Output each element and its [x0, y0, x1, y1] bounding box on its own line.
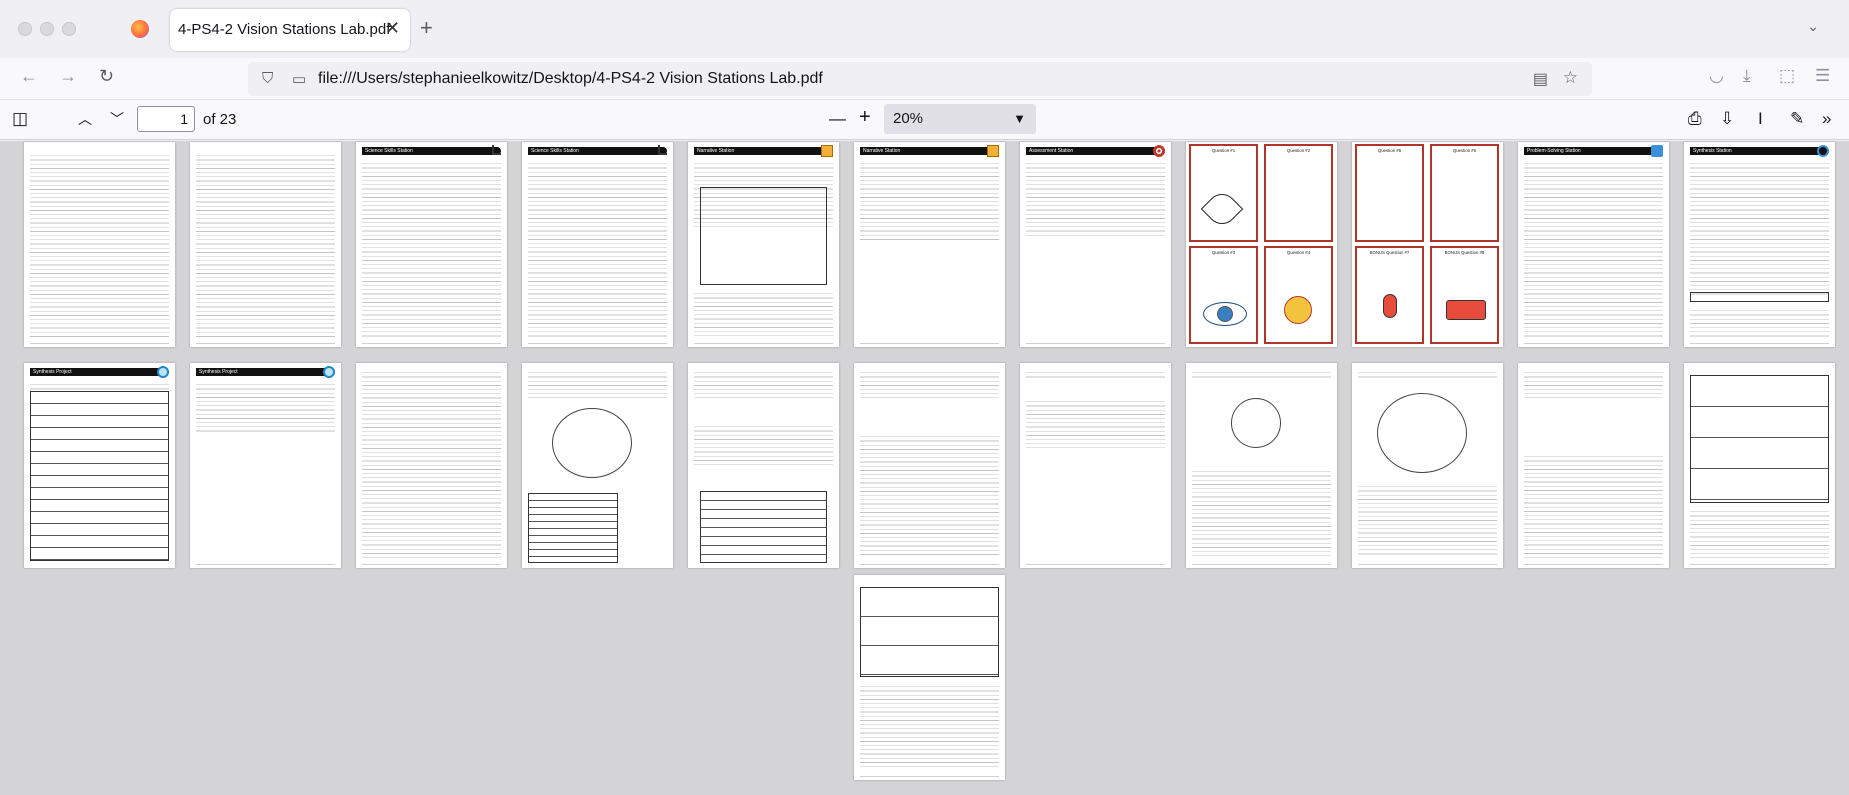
pdf-page[interactable]: Assessment Station — [1020, 142, 1171, 347]
pdf-page[interactable]: Narrative Station — [854, 142, 1005, 347]
previous-page-icon[interactable]: ︿ — [78, 109, 92, 129]
downloads-icon[interactable]: ⤓ — [1743, 66, 1751, 86]
next-page-icon[interactable]: ﹀ — [110, 109, 124, 129]
zoom-select[interactable]: 20% ▼ — [884, 104, 1036, 134]
station-header: Synthesis Project — [196, 368, 335, 376]
puzzle-icon — [1651, 145, 1663, 157]
pdf-page[interactable]: Question #1 Question #2 Question #3 Ques… — [1186, 142, 1337, 347]
pdf-page[interactable]: Narrative Station — [688, 142, 839, 347]
tab-title: 4-PS4-2 Vision Stations Lab.pdf — [178, 21, 391, 38]
reader-view-icon[interactable]: ▤ — [1533, 69, 1548, 89]
target-icon — [1153, 145, 1165, 157]
url-text[interactable]: file:///Users/stephanieelkowitz/Desktop/… — [318, 70, 823, 88]
maximize-window-button[interactable] — [62, 22, 76, 36]
gears-icon — [1817, 145, 1829, 157]
eye-icon — [1201, 290, 1247, 334]
microphone-icon — [1367, 290, 1412, 334]
sidebar-toggle-icon[interactable]: ◫ — [12, 109, 28, 129]
pdf-page[interactable] — [190, 142, 341, 347]
firefox-icon — [131, 20, 149, 38]
pdf-page[interactable] — [854, 363, 1005, 568]
pdf-page[interactable] — [854, 575, 1005, 780]
reload-button[interactable]: ↻ — [99, 66, 114, 87]
station-header: Synthesis Station — [1690, 147, 1829, 155]
pdf-page[interactable] — [356, 363, 507, 568]
question-card: Question #1 — [1189, 144, 1258, 242]
pdf-page[interactable] — [24, 142, 175, 347]
eye-diagram — [552, 408, 632, 478]
microscope-icon — [492, 145, 501, 155]
magnifier-icon — [323, 366, 335, 378]
zoom-in-button[interactable]: + — [859, 106, 871, 129]
navigation-toolbar: ← → ↻ ⛉ ▭ file:///Users/stephanieelkowit… — [0, 58, 1849, 100]
tab-close-icon[interactable]: ✕ — [385, 18, 400, 39]
more-tools-icon[interactable]: » — [1822, 109, 1831, 129]
list-all-tabs-button[interactable]: ⌄ — [1807, 18, 1819, 35]
pdf-page[interactable] — [1684, 363, 1835, 568]
back-button[interactable]: ← — [20, 66, 38, 87]
station-header: Science Skills Station — [362, 147, 501, 155]
pdf-page[interactable] — [1020, 363, 1171, 568]
close-window-button[interactable] — [18, 22, 32, 36]
question-card: Question #5 — [1355, 144, 1424, 242]
text-tool-icon[interactable]: I — [1758, 109, 1763, 129]
question-card: Question #3 — [1189, 246, 1258, 344]
pdf-page[interactable]: Science Skills Station — [356, 142, 507, 347]
station-header: Science Skills Station — [528, 147, 667, 155]
eye-lens-icon — [1200, 187, 1246, 232]
minimize-window-button[interactable] — [40, 22, 54, 36]
tab-bar: 4-PS4-2 Vision Stations Lab.pdf ✕ + ⌄ — [0, 0, 1849, 58]
station-header: Narrative Station — [860, 147, 999, 155]
zoom-value: 20% — [893, 110, 924, 127]
zoom-out-button[interactable]: — — [829, 109, 846, 129]
pdf-page[interactable] — [688, 363, 839, 568]
pdf-page[interactable]: Question #5 Question #6 BONUS Question #… — [1352, 142, 1503, 347]
pdf-page[interactable]: Synthesis Project — [24, 363, 175, 568]
pdf-page[interactable]: Synthesis Station — [1684, 142, 1835, 347]
magnifier-icon — [157, 366, 169, 378]
page-number-input[interactable]: 1 — [137, 106, 195, 132]
extensions-icon[interactable]: ⬚ — [1779, 66, 1795, 86]
page-icon: ▭ — [292, 71, 307, 88]
draw-tool-icon[interactable]: ✎ — [1790, 109, 1804, 129]
url-bar[interactable]: ⛉ ▭ file:///Users/stephanieelkowitz/Desk… — [248, 62, 1592, 96]
pdf-page[interactable] — [1186, 363, 1337, 568]
bookmark-star-icon[interactable]: ☆ — [1563, 68, 1578, 88]
tab-active[interactable]: 4-PS4-2 Vision Stations Lab.pdf ✕ — [170, 9, 410, 51]
pdf-page[interactable]: Science Skills Station — [522, 142, 673, 347]
pdf-page[interactable] — [522, 363, 673, 568]
question-card: Question #2 — [1264, 144, 1333, 242]
book-icon — [987, 145, 999, 157]
pdf-toolbar: ◫ ︿ ﹀ 1 of 23 — + 20% ▼ ⎙ ⇩ I ✎ » — [0, 100, 1849, 140]
save-icon[interactable]: ⇩ — [1720, 109, 1734, 129]
new-tab-button[interactable]: + — [420, 15, 433, 41]
print-icon[interactable]: ⎙ — [1688, 109, 1702, 129]
browser-window: 4-PS4-2 Vision Stations Lab.pdf ✕ + ⌄ ← … — [0, 0, 1849, 795]
pdf-page[interactable] — [1518, 363, 1669, 568]
question-card: Question #6 — [1430, 144, 1499, 242]
chevron-down-icon: ▼ — [1013, 111, 1026, 126]
station-header: Problem-Solving Station — [1524, 147, 1663, 155]
station-header: Assessment Station — [1026, 147, 1165, 155]
shield-icon[interactable]: ⛉ — [262, 70, 273, 87]
pdf-page[interactable]: Synthesis Project — [190, 363, 341, 568]
eye-lens-diagram — [1231, 398, 1281, 448]
battery-icon — [1442, 290, 1487, 334]
pdf-page[interactable]: Problem-Solving Station — [1518, 142, 1669, 347]
book-icon — [821, 145, 833, 157]
eye-diagram — [1377, 393, 1467, 473]
menu-icon[interactable]: ☰ — [1815, 66, 1830, 86]
pdf-viewer[interactable]: Science Skills Station Science Skills St… — [0, 141, 1849, 795]
microscope-icon — [658, 145, 667, 155]
pdf-page[interactable] — [1352, 363, 1503, 568]
question-card: Question #4 — [1264, 246, 1333, 344]
station-header: Narrative Station — [694, 147, 833, 155]
pocket-icon[interactable]: ◡ — [1709, 66, 1724, 86]
page-count: of 23 — [203, 111, 237, 128]
station-header: Synthesis Project — [30, 368, 169, 376]
magnifying-eye-icon — [1276, 290, 1321, 334]
forward-button[interactable]: → — [59, 66, 77, 87]
question-card: BONUS Question #8 — [1430, 246, 1499, 344]
question-card: BONUS Question #7 — [1355, 246, 1424, 344]
